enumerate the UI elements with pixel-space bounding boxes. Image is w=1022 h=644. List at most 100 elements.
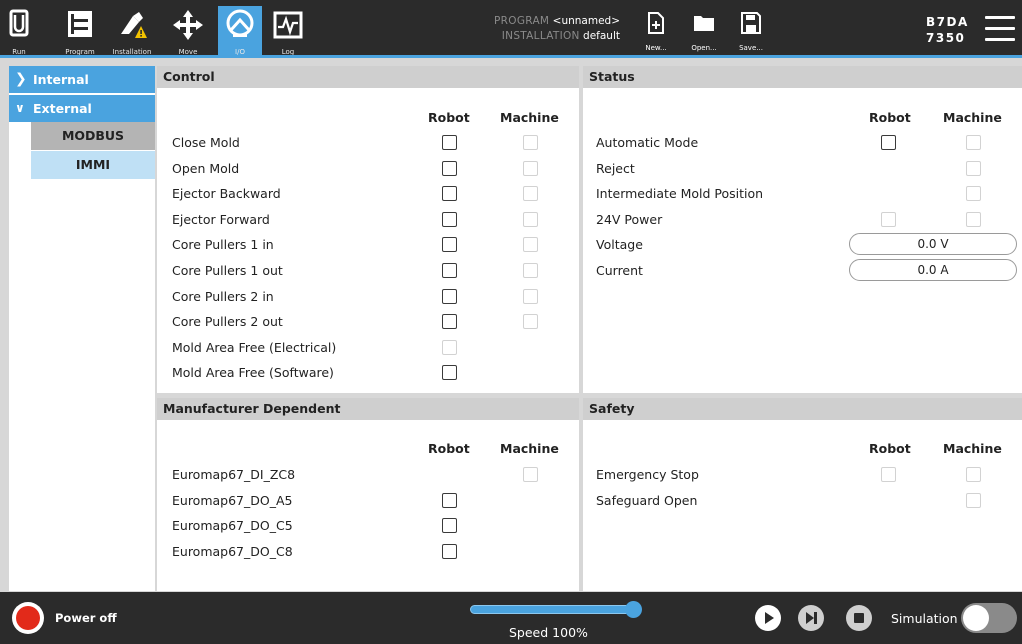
safety-machine-column-header: Machine — [943, 441, 1002, 456]
safety-panel-title: Safety — [583, 398, 1022, 420]
status-panel-title: Status — [583, 66, 1022, 88]
sidebar-item-internal[interactable]: ❯ Internal — [9, 66, 155, 93]
robot-serial: B7DA 7350 — [926, 14, 976, 46]
io-row-label-open-mold: Open Mold — [172, 160, 240, 176]
robot-checkbox-close-mold[interactable] — [442, 135, 457, 150]
io-row-label-reject: Reject — [596, 160, 635, 176]
stop-icon[interactable] — [845, 604, 873, 632]
robot-checkbox-core-pullers-2-out[interactable] — [442, 314, 457, 330]
power-label[interactable]: Power off — [55, 611, 117, 625]
log-waveform-icon — [273, 11, 303, 39]
control-panel-title: Control — [157, 66, 579, 88]
machine-checkbox-core-pullers-1-in — [523, 237, 538, 253]
robot-checkbox-mold-area-free-software[interactable] — [442, 365, 457, 381]
sidebar-item-immi-label: IMMI — [75, 157, 111, 172]
header-accent-line — [0, 55, 1022, 58]
manufacturer-robot-column-header: Robot — [428, 441, 470, 456]
robot-checkbox-core-pullers-1-out[interactable] — [442, 263, 457, 278]
manufacturer-panel-title: Manufacturer Dependent — [157, 398, 579, 420]
io-row-label-core-pullers-2-in: Core Pullers 2 in — [172, 288, 274, 304]
move-arrows-icon — [173, 10, 203, 40]
serial-line-1: B7DA — [926, 15, 969, 29]
status-panel: Status Robot Machine Automatic Mode Rejec… — [583, 66, 1022, 393]
machine-checkbox-core-pullers-2-in — [523, 288, 538, 304]
installation-name: default — [583, 30, 620, 42]
robot-checkbox-euromap67-do-c5[interactable] — [442, 518, 457, 534]
robot-checkbox-automatic-mode[interactable] — [881, 135, 896, 150]
folder-icon — [694, 16, 714, 31]
hamburger-menu-icon[interactable] — [985, 16, 1015, 42]
io-plug-icon — [226, 9, 254, 37]
nav-installation-button[interactable]: Installation — [104, 0, 160, 58]
sidebar-item-modbus-label: MODBUS — [61, 128, 125, 143]
io-side-nav: ❯ Internal ∨ External MODBUS IMMI — [9, 66, 155, 591]
robot-checkbox-euromap67-do-c8[interactable] — [442, 543, 457, 559]
simulation-toggle-knob — [963, 605, 989, 631]
open-file-button[interactable]: Open... — [684, 10, 724, 56]
manufacturer-panel: Manufacturer Dependent Robot Machine Eur… — [157, 398, 579, 591]
step-icon[interactable] — [797, 604, 825, 632]
manufacturer-machine-column-header: Machine — [500, 441, 559, 456]
io-row-label-safeguard-open: Safeguard Open — [596, 492, 698, 508]
robot-checkbox-core-pullers-1-in[interactable] — [442, 237, 457, 253]
save-disk-icon — [741, 12, 761, 34]
save-file-button[interactable]: Save... — [731, 10, 771, 56]
simulation-toggle[interactable] — [961, 603, 1017, 633]
machine-checkbox-ejector-backward — [523, 186, 538, 202]
io-row-label-ejector-forward: Ejector Forward — [172, 211, 270, 227]
simulation-label: Simulation — [891, 611, 958, 626]
power-status-icon — [16, 606, 40, 630]
voltage-label: Voltage — [596, 237, 643, 252]
nav-io-button[interactable]: I/O — [218, 0, 262, 58]
machine-checkbox-open-mold — [523, 160, 538, 176]
machine-checkbox-close-mold — [523, 135, 538, 150]
control-panel: Control Robot Machine Close Mold Open Mol… — [157, 66, 579, 393]
io-row-label-automatic-mode: Automatic Mode — [596, 135, 699, 150]
sidebar-item-external[interactable]: ∨ External — [9, 95, 155, 122]
speed-slider-track[interactable] — [470, 605, 638, 614]
sidebar-item-modbus[interactable]: MODBUS — [31, 122, 155, 150]
robot-checkbox-open-mold[interactable] — [442, 160, 457, 176]
nav-log-button[interactable]: Log — [268, 0, 308, 58]
io-row-label-core-pullers-1-in: Core Pullers 1 in — [172, 237, 274, 253]
status-robot-column-header: Robot — [869, 110, 911, 125]
robot-checkbox-euromap67-do-a5[interactable] — [442, 492, 457, 508]
robot-checkbox-24v-power — [881, 211, 896, 227]
io-row-label-core-pullers-1-out: Core Pullers 1 out — [172, 263, 283, 278]
io-row-label-core-pullers-2-out: Core Pullers 2 out — [172, 314, 283, 330]
robot-checkbox-mold-area-free-electrical — [442, 339, 457, 355]
robot-checkbox-ejector-forward[interactable] — [442, 211, 457, 227]
nav-program-button[interactable]: Program — [60, 0, 100, 58]
io-row-label-ejector-backward: Ejector Backward — [172, 186, 281, 202]
machine-checkbox-24v-power — [966, 211, 981, 227]
machine-checkbox-ejector-forward — [523, 211, 538, 227]
machine-checkbox-core-pullers-2-out — [523, 314, 538, 330]
program-name: <unnamed> — [552, 15, 620, 27]
io-row-label-mold-area-free-electrical: Mold Area Free (Electrical) — [172, 339, 337, 355]
machine-checkbox-euromap67-di-zc8 — [523, 467, 538, 482]
robot-checkbox-core-pullers-2-in[interactable] — [442, 288, 457, 304]
nav-run-button[interactable]: Run — [0, 0, 38, 58]
io-row-label-close-mold: Close Mold — [172, 135, 240, 150]
io-row-label-euromap67-di-zc8: Euromap67_DI_ZC8 — [172, 467, 296, 482]
play-icon[interactable] — [754, 604, 782, 632]
io-row-label-24v-power: 24V Power — [596, 211, 663, 227]
safety-robot-column-header: Robot — [869, 441, 911, 456]
speed-slider-handle[interactable] — [625, 601, 642, 618]
machine-checkbox-automatic-mode — [966, 135, 981, 150]
safety-panel: Safety Robot Machine Emergency Stop Safeg… — [583, 398, 1022, 591]
sidebar-item-internal-label: Internal — [33, 72, 89, 87]
new-file-button[interactable]: New... — [636, 10, 676, 56]
io-row-label-intermediate-mold-position: Intermediate Mold Position — [596, 186, 764, 202]
installation-warning-icon — [121, 12, 147, 38]
power-button[interactable] — [12, 602, 44, 634]
sidebar-item-immi[interactable]: IMMI — [31, 151, 155, 179]
robot-checkbox-ejector-backward[interactable] — [442, 186, 457, 202]
nav-move-button[interactable]: Move — [168, 0, 208, 58]
bottom-bar: Power off Speed 100% Simulation — [0, 592, 1022, 644]
program-key: PROGRAM — [494, 15, 550, 27]
machine-checkbox-emergency-stop — [966, 467, 981, 482]
open-file-label: Open... — [691, 44, 717, 52]
robot-checkbox-emergency-stop — [881, 467, 896, 482]
voltage-value: 0.0 V — [849, 233, 1017, 255]
